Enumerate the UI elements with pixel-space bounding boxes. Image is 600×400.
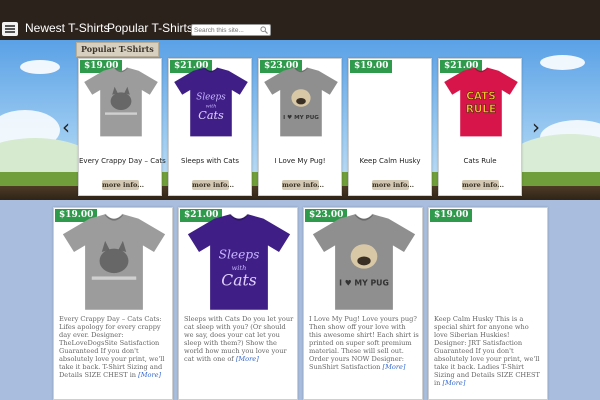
cloud-graphic bbox=[540, 55, 585, 70]
slider-product-card[interactable]: $23.00 I ♥ MY PUG I Love My Pug! more info.… bbox=[258, 58, 342, 196]
product-image[interactable]: I ♥ MY PUG bbox=[261, 63, 341, 141]
more-info-button[interactable]: more info... bbox=[102, 180, 144, 190]
grid-product-card[interactable]: $23.00 I ♥ MY PUG I Love My Pug! Love your… bbox=[303, 207, 423, 400]
product-description: Keep Calm Husky This is a special shirt … bbox=[434, 315, 544, 400]
more-info-button[interactable]: more info... bbox=[372, 180, 414, 190]
price-badge: $19.00 bbox=[349, 59, 394, 74]
product-description: I Love My Pug! Love yours pug? Then show… bbox=[309, 315, 419, 400]
product-image[interactable] bbox=[81, 63, 161, 141]
description-text: Keep Calm Husky This is a special shirt … bbox=[434, 315, 540, 387]
more-info-button[interactable]: more info... bbox=[192, 180, 234, 190]
more-link[interactable]: [More] bbox=[236, 355, 259, 363]
more-link[interactable]: [More] bbox=[383, 363, 406, 371]
grid-product-card[interactable]: $19.00 Keep Calm Husky This is a special … bbox=[428, 207, 548, 400]
grid-product-card[interactable]: $21.00 Sleeps with Cats Sleeps with Cats Do … bbox=[178, 207, 298, 400]
menu-icon bbox=[5, 25, 15, 27]
product-name[interactable]: Cats Rule bbox=[439, 157, 521, 165]
description-text: Every Crappy Day – Cats Cats: Lifes apol… bbox=[59, 315, 165, 379]
slider-product-card[interactable]: $19.00 Keep Calm Husky more info... bbox=[348, 58, 432, 196]
svg-text:Sleeps: Sleeps bbox=[219, 248, 260, 262]
search-box bbox=[191, 24, 271, 36]
top-navigation-bar: Newest T-Shirts Popular T-Shirts bbox=[0, 0, 600, 40]
slider-section-title: Popular T-Shirts bbox=[76, 42, 159, 57]
price-badge: $19.00 bbox=[429, 208, 474, 223]
product-description: Sleeps with Cats Do you let your cat sle… bbox=[184, 315, 294, 400]
slider-prev-arrow[interactable]: ‹ bbox=[59, 116, 73, 138]
product-name[interactable]: Sleeps with Cats bbox=[169, 157, 251, 165]
more-info-button[interactable]: more info... bbox=[462, 180, 504, 190]
slider-product-card[interactable]: $21.00 Sleeps with Cats Sleeps with Cats more… bbox=[168, 58, 252, 196]
product-image[interactable]: I ♥ MY PUG bbox=[308, 212, 420, 312]
svg-text:Sleeps: Sleeps bbox=[196, 93, 226, 103]
nav-link-newest[interactable]: Newest T-Shirts bbox=[25, 21, 109, 35]
product-name[interactable]: Every Crappy Day – Cats bbox=[79, 157, 166, 165]
menu-toggle-button[interactable] bbox=[2, 22, 18, 36]
product-image[interactable] bbox=[58, 212, 170, 312]
product-image[interactable]: Sleeps with Cats bbox=[171, 63, 251, 141]
svg-text:CATS: CATS bbox=[466, 91, 495, 103]
grid-product-card[interactable]: $19.00 Every Crappy Day – Cats Cats: Life… bbox=[53, 207, 173, 400]
product-name[interactable]: Keep Calm Husky bbox=[349, 157, 431, 165]
slider-next-arrow[interactable]: › bbox=[529, 116, 543, 138]
more-link[interactable]: [More] bbox=[442, 379, 465, 387]
product-image[interactable]: CATS RULE bbox=[441, 63, 521, 141]
svg-text:RULE: RULE bbox=[466, 103, 496, 115]
menu-icon-bar bbox=[5, 31, 15, 33]
cloud-graphic bbox=[20, 60, 60, 74]
menu-icon-bar bbox=[5, 28, 15, 30]
slider-product-card[interactable]: $19.00 Every Crappy Day – Cats more info..… bbox=[78, 58, 166, 196]
product-image[interactable]: Sleeps with Cats bbox=[183, 212, 295, 312]
slider-product-card[interactable]: $21.00 CATS RULE Cats Rule more info... bbox=[438, 58, 522, 196]
more-link[interactable]: [More] bbox=[138, 371, 161, 379]
svg-text:Cats: Cats bbox=[221, 271, 256, 289]
product-name[interactable]: I Love My Pug! bbox=[259, 157, 341, 165]
search-input[interactable] bbox=[194, 25, 258, 35]
svg-text:I ♥ MY PUG: I ♥ MY PUG bbox=[283, 114, 319, 121]
more-info-button[interactable]: more info... bbox=[282, 180, 324, 190]
search-icon[interactable] bbox=[260, 26, 268, 34]
product-description: Every Crappy Day – Cats Cats: Lifes apol… bbox=[59, 315, 169, 400]
svg-text:I ♥ MY PUG: I ♥ MY PUG bbox=[339, 278, 389, 287]
nav-link-popular[interactable]: Popular T-Shirts bbox=[107, 21, 193, 35]
svg-text:Cats: Cats bbox=[198, 109, 224, 122]
